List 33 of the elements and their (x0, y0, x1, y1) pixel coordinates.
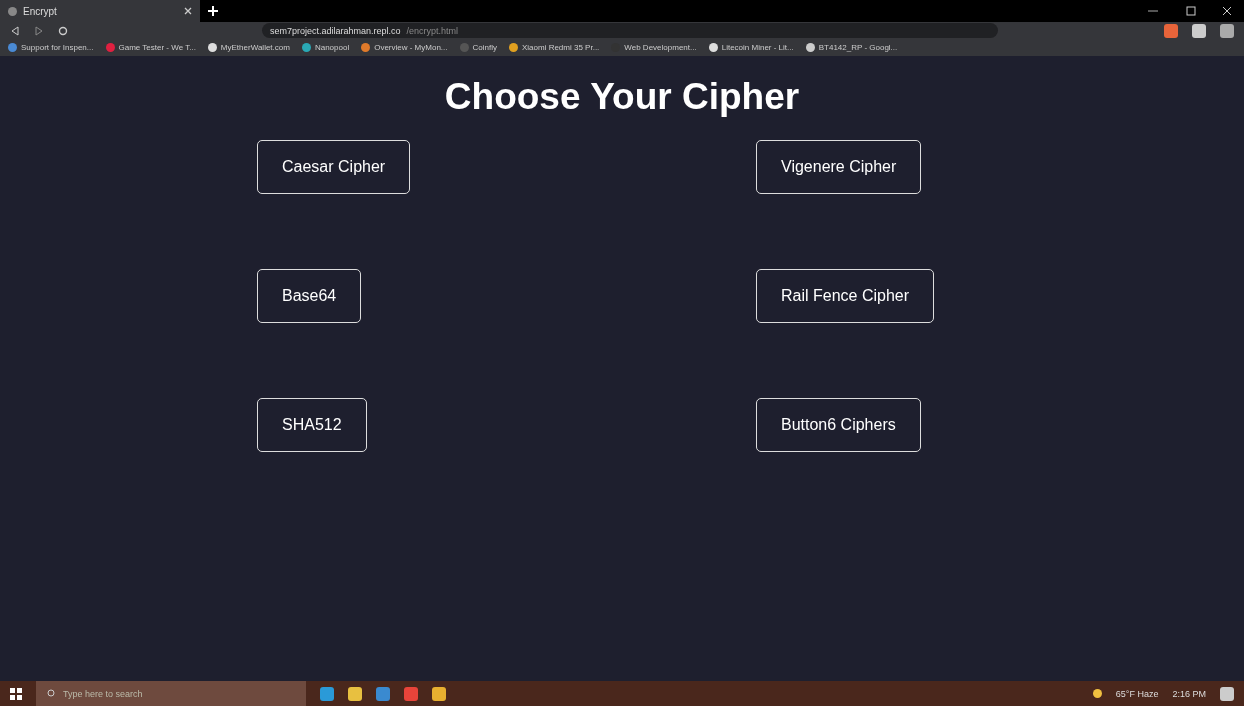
bookmark[interactable]: Overview - MyMon... (361, 43, 448, 52)
bookmark[interactable]: Support for Inspen... (8, 43, 94, 52)
search-field[interactable]: Type here to search (36, 681, 306, 706)
forward-icon[interactable] (34, 25, 44, 36)
cipher-button[interactable]: Base64 (257, 269, 362, 323)
bookmark[interactable]: Nanopool (301, 43, 350, 52)
back-icon[interactable] (10, 25, 20, 36)
weather-text: 65°F Haze (1115, 688, 1159, 699)
reload-icon[interactable] (58, 25, 68, 36)
bookmark[interactable]: Litecoin Miner - Lit... (708, 43, 794, 52)
plus-icon[interactable] (208, 6, 218, 16)
browser-tab[interactable]: Encrypt (0, 0, 200, 22)
tab-title: Encrypt (23, 5, 57, 17)
cipher-button[interactable]: Vigenere Cipher (756, 140, 922, 194)
close-icon[interactable] (184, 7, 192, 15)
address-bar[interactable]: sem7project.adilarahman.repl.co /encrypt.html (262, 23, 998, 38)
cipher-button[interactable]: Button6 Ciphers (756, 398, 921, 452)
cipher-button[interactable]: SHA512 (257, 398, 367, 452)
clock-time[interactable]: 2:16 PM (1172, 688, 1206, 699)
windows-icon[interactable] (10, 687, 22, 700)
cipher-button[interactable]: Rail Fence Cipher (756, 269, 935, 323)
sun-icon (1092, 689, 1102, 698)
cipher-button[interactable]: Caesar Cipher (257, 140, 411, 194)
bookmark[interactable]: Xiaomi Redmi 35 Pr... (508, 43, 600, 52)
maximize-icon[interactable] (1186, 6, 1196, 16)
bookmark[interactable]: MyEtherWallet.com (207, 43, 290, 52)
close-icon[interactable] (1222, 6, 1232, 16)
bookmark[interactable]: Web Development... (611, 43, 697, 52)
bookmark[interactable]: Coinfly (459, 43, 497, 52)
search-icon (46, 689, 55, 698)
bookmark[interactable]: Game Tester - We T... (105, 43, 196, 52)
bookmark[interactable]: BT4142_RP - Googl... (805, 43, 898, 52)
page-title: Choose Your Cipher (444, 76, 800, 118)
